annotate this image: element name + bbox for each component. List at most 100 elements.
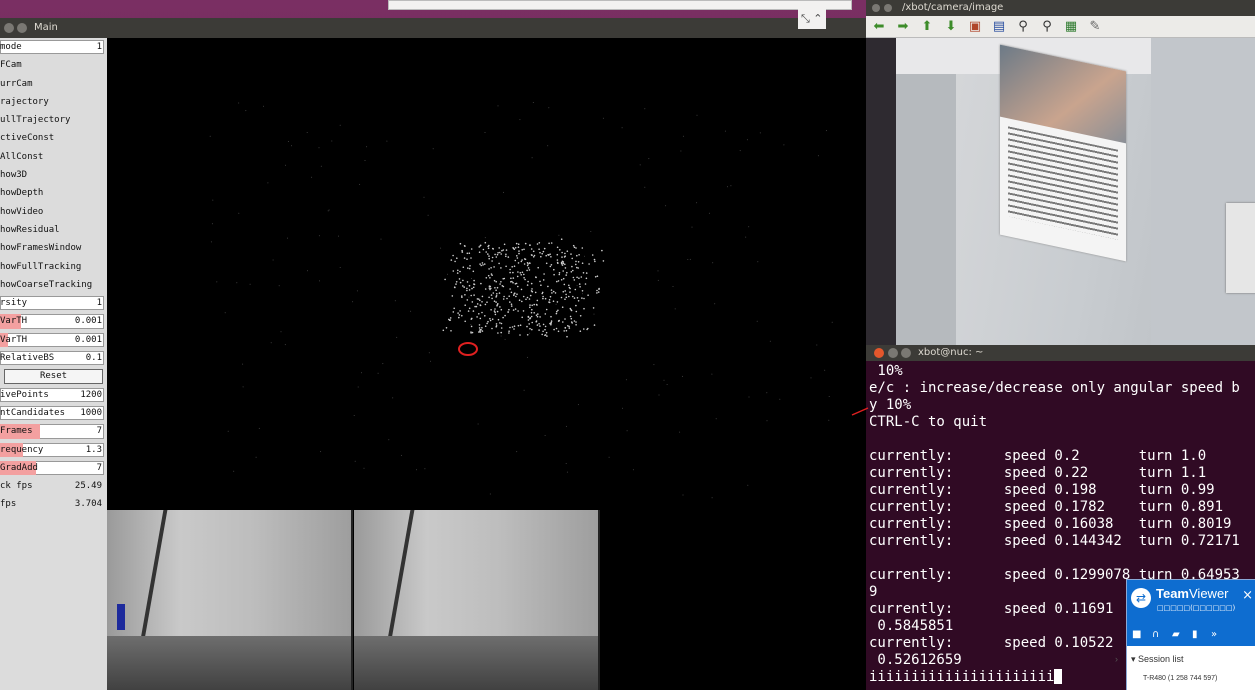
panel-row[interactable]: how3D (0, 166, 107, 184)
map-point (535, 314, 538, 317)
panel-row[interactable]: mode 1 (0, 38, 107, 56)
panel-row[interactable]: ctiveConst (0, 129, 107, 147)
terminal-title: xbot@nuc: ~ (918, 347, 984, 358)
panel-row[interactable]: howFramesWindow (0, 239, 107, 257)
map-point (242, 386, 244, 388)
settings-icon[interactable]: ✎ (1086, 19, 1104, 35)
map-point (527, 319, 530, 321)
panel-row[interactable]: GradAdd 7 (0, 459, 107, 477)
map-point (515, 295, 517, 298)
map-point (562, 321, 564, 323)
map-point (541, 333, 543, 336)
map-point (498, 262, 500, 265)
panel-row[interactable]: howResidual (0, 221, 107, 239)
panel-row[interactable]: howDepth (0, 184, 107, 202)
panel-row[interactable]: VarTH 0.001 (0, 312, 107, 330)
video-icon[interactable]: ■ (1132, 624, 1141, 646)
headset-icon[interactable]: ∩ (1152, 624, 1159, 646)
map-point (532, 102, 534, 103)
window-minimize-icon[interactable] (888, 348, 898, 358)
map-point (562, 277, 565, 280)
panel-row[interactable]: urrCam (0, 75, 107, 93)
map-point (708, 212, 710, 214)
map-point (533, 254, 536, 257)
map-point (584, 255, 585, 257)
panel-row[interactable]: howFullTracking (0, 258, 107, 276)
panel-label: howFramesWindow (0, 243, 82, 254)
panel-row[interactable]: rsity 1 (0, 294, 107, 312)
map-point (759, 132, 761, 134)
map-point (602, 117, 604, 119)
files-icon[interactable]: ▮ (1192, 624, 1198, 646)
map-point (508, 308, 510, 311)
map-point (280, 331, 282, 333)
panel-row[interactable]: ntCandidates 1000 (0, 404, 107, 422)
map-point (477, 423, 479, 425)
map-point (658, 394, 660, 396)
teamviewer-close-button[interactable]: × (1242, 588, 1253, 603)
map-point (497, 303, 499, 305)
session-item[interactable]: T-R480 (1 258 744 597) (1143, 675, 1217, 682)
map-point (557, 280, 560, 282)
map-point (571, 265, 573, 268)
reset-button[interactable]: Reset (4, 369, 103, 384)
window-maximize-icon[interactable] (901, 348, 911, 358)
panel-row[interactable]: AllConst (0, 148, 107, 166)
map-point (487, 253, 489, 255)
chevron-right-icon[interactable]: › (1115, 654, 1118, 664)
panel-row[interactable]: ivePoints 1200 (0, 386, 107, 404)
window-minimize-icon[interactable] (17, 23, 27, 33)
chat-icon[interactable]: ▰ (1172, 624, 1180, 646)
zoom-out-icon[interactable]: ⚲ (1038, 19, 1056, 35)
panel-row[interactable]: ullTrajectory (0, 111, 107, 129)
restore-icon[interactable]: ⤡ ⌃ (798, 9, 826, 29)
panel-row[interactable]: howCoarseTracking (0, 276, 107, 294)
map-point (727, 186, 728, 188)
panel-row[interactable]: RelativeBS 0.1 (0, 349, 107, 367)
arrow-down-icon[interactable]: ⬇ (942, 19, 960, 35)
map-point (547, 145, 549, 147)
map-point (590, 231, 592, 232)
map-point (484, 303, 487, 306)
window-close-icon[interactable] (872, 4, 880, 12)
map-point (648, 158, 650, 160)
window-close-icon[interactable] (4, 23, 14, 33)
panel-row[interactable]: rajectory (0, 93, 107, 111)
map-point (328, 209, 330, 211)
panel-value: 7 (96, 426, 102, 437)
camera-image-window: /xbot/camera/image ⬅ ➡ ⬆ ⬇ ▣ ▤ ⚲ ⚲ ▦ ✎ (866, 0, 1255, 345)
arrow-right-icon[interactable]: ➡ (894, 19, 912, 35)
window-minimize-icon[interactable] (884, 4, 892, 12)
panel-row[interactable]: requency 1.3 (0, 441, 107, 459)
panel-row[interactable]: howVideo (0, 203, 107, 221)
panel-row[interactable]: VarTH 0.001 (0, 331, 107, 349)
window-close-icon[interactable] (874, 348, 884, 358)
session-list-header[interactable]: ▾ Session list (1131, 654, 1184, 665)
panel-row[interactable]: Reset (0, 367, 107, 385)
map-point (537, 266, 539, 269)
map-point (674, 308, 676, 310)
map-point (448, 318, 450, 321)
panel-row[interactable]: FCam (0, 56, 107, 74)
arrow-up-icon[interactable]: ⬆ (918, 19, 936, 35)
pointcloud-viewport[interactable] (107, 38, 852, 690)
image-icon[interactable]: ▣ (966, 19, 984, 35)
map-point (588, 263, 590, 265)
save-icon[interactable]: ▦ (1062, 19, 1080, 35)
map-point (459, 270, 461, 273)
expand-icon[interactable]: » (1211, 624, 1217, 646)
arrow-left-icon[interactable]: ⬅ (870, 19, 888, 35)
map-point (593, 313, 595, 315)
map-point (482, 248, 485, 251)
zoom-in-icon[interactable]: ⚲ (1014, 19, 1032, 35)
map-point (483, 263, 486, 265)
map-point (501, 249, 503, 252)
map-point (489, 277, 491, 279)
map-point (521, 300, 523, 303)
map-point (495, 280, 498, 283)
map-point (242, 363, 244, 365)
map-point (523, 273, 525, 276)
image-save-icon[interactable]: ▤ (990, 19, 1008, 35)
panel-row[interactable]: Frames 7 (0, 422, 107, 440)
map-point (529, 317, 532, 319)
